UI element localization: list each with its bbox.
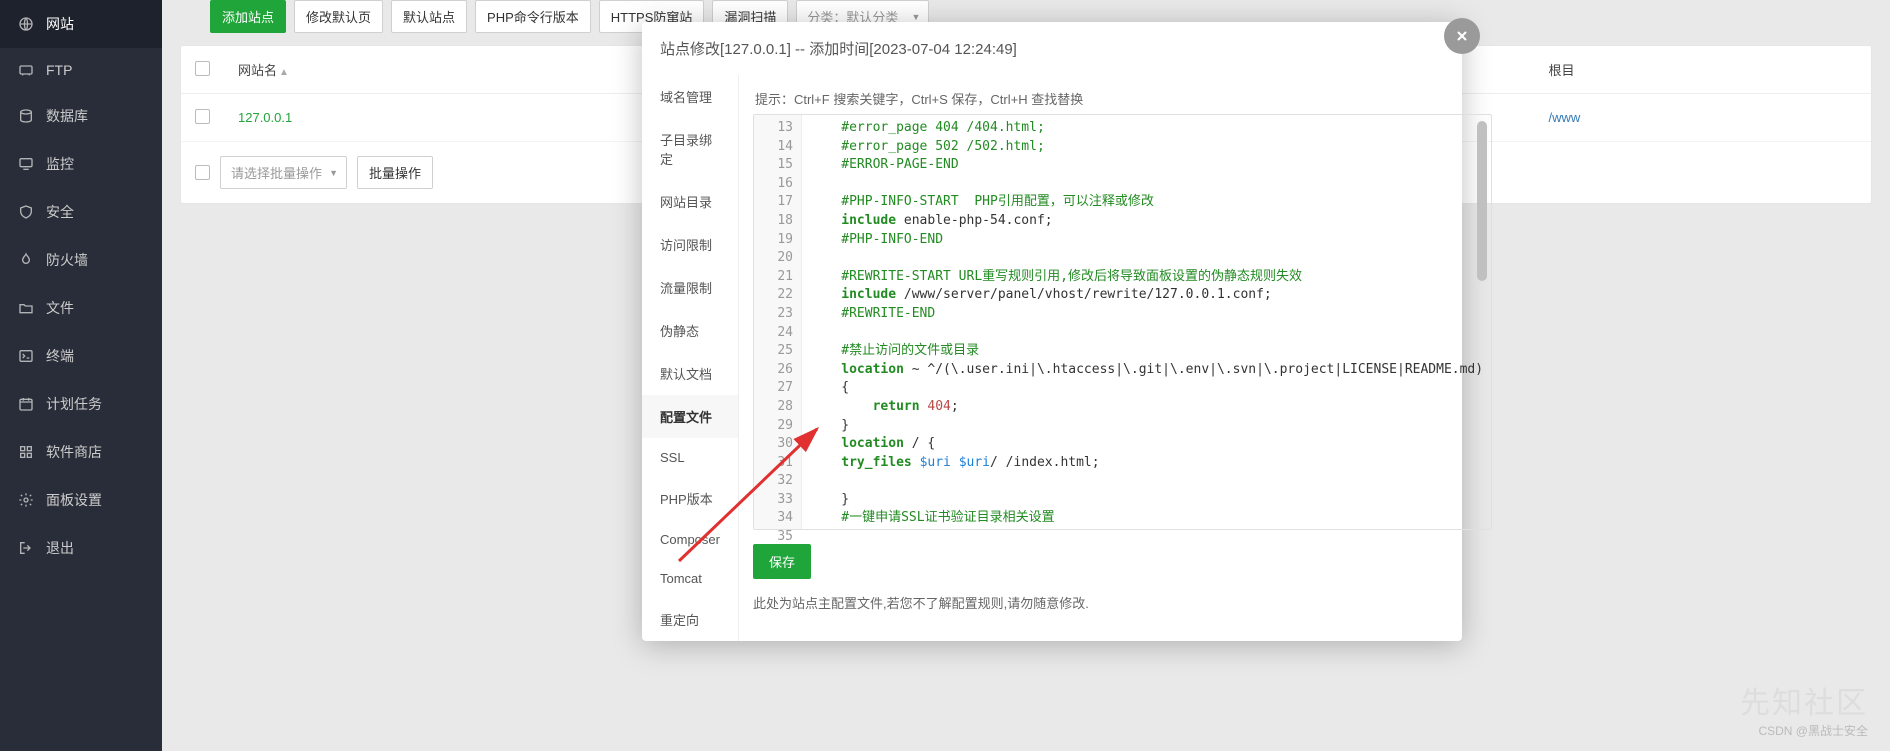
code-editor[interactable]: 13 14 15 16 17 18 19 20 21 22 23 24 25 2…: [753, 114, 1492, 530]
dialog-title: 站点修改[127.0.0.1] -- 添加时间[2023-07-04 12:24…: [642, 22, 1462, 75]
tab-subdir[interactable]: 子目录绑定: [642, 118, 738, 180]
dialog-overlay: 站点修改[127.0.0.1] -- 添加时间[2023-07-04 12:24…: [0, 0, 1890, 751]
watermark: 先知社区 CSDN @黑战士安全: [1740, 678, 1868, 739]
code-content[interactable]: #error_page 404 /404.html; #error_page 5…: [802, 115, 1491, 529]
scrollbar-vertical[interactable]: [1477, 117, 1489, 527]
tab-redirect[interactable]: 重定向: [642, 598, 738, 641]
tab-php-version[interactable]: PHP版本: [642, 477, 738, 520]
line-gutter: 13 14 15 16 17 18 19 20 21 22 23 24 25 2…: [754, 115, 802, 529]
site-edit-dialog: 站点修改[127.0.0.1] -- 添加时间[2023-07-04 12:24…: [642, 22, 1462, 641]
tab-domain[interactable]: 域名管理: [642, 75, 738, 118]
tab-access-limit[interactable]: 访问限制: [642, 223, 738, 266]
scrollbar-thumb[interactable]: [1477, 121, 1487, 281]
tab-default-doc[interactable]: 默认文档: [642, 352, 738, 395]
tab-tomcat[interactable]: Tomcat: [642, 559, 738, 598]
tab-config-file[interactable]: 配置文件: [642, 395, 738, 438]
config-note: 此处为站点主配置文件,若您不了解配置规则,请勿随意修改.: [753, 593, 1492, 612]
tab-rewrite[interactable]: 伪静态: [642, 309, 738, 352]
editor-pane: 提示：Ctrl+F 搜索关键字，Ctrl+S 保存，Ctrl+H 查找替换 13…: [739, 75, 1508, 641]
tab-traffic-limit[interactable]: 流量限制: [642, 266, 738, 309]
save-button[interactable]: 保存: [753, 544, 811, 579]
tab-composer[interactable]: Composer: [642, 520, 738, 559]
close-icon[interactable]: [1444, 18, 1480, 54]
editor-hint: 提示：Ctrl+F 搜索关键字，Ctrl+S 保存，Ctrl+H 查找替换: [755, 89, 1492, 108]
tab-sitedir[interactable]: 网站目录: [642, 180, 738, 223]
dialog-tablist: 域名管理 子目录绑定 网站目录 访问限制 流量限制 伪静态 默认文档 配置文件 …: [642, 75, 739, 641]
tab-ssl[interactable]: SSL: [642, 438, 738, 477]
